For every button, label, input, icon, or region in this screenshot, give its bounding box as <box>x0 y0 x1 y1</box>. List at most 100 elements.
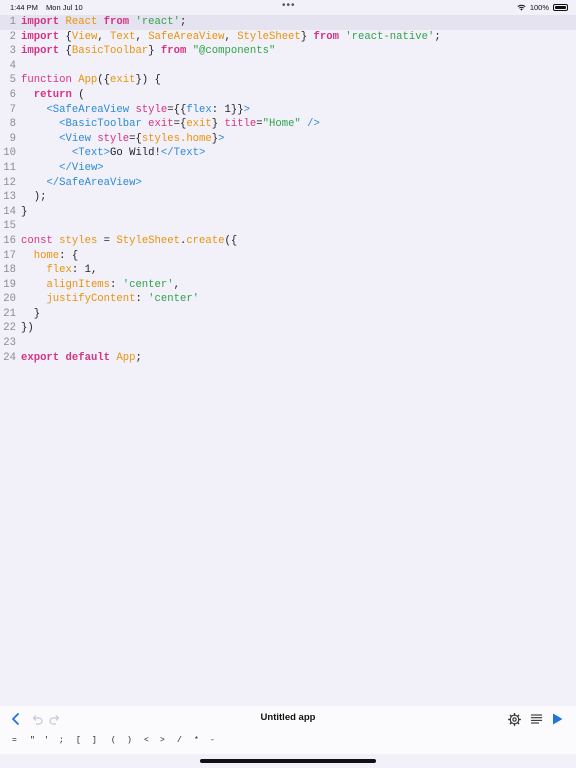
code-token: : <box>211 103 225 116</box>
code-token: }) <box>21 322 34 335</box>
code-token: ; <box>434 30 441 43</box>
code-line[interactable]: 17 home: { <box>0 249 576 264</box>
code-token: React <box>65 16 98 28</box>
code-token: 'react' <box>135 16 180 28</box>
code-line[interactable]: 11 </View> <box>0 161 576 176</box>
code-token: StyleSheet <box>237 30 301 43</box>
code-token: StyleSheet <box>116 234 180 247</box>
code-editor[interactable]: 1 import React from 'react'; 2 import {View… <box>0 15 576 365</box>
code-token: } <box>211 118 225 131</box>
code-line[interactable]: 6 return ( <box>0 88 576 103</box>
code-line[interactable]: 24 export default App; <box>0 351 576 366</box>
code-token: : <box>135 293 149 306</box>
code-line[interactable]: 22}) <box>0 321 576 336</box>
code-line[interactable]: 7 <SafeAreaView style={{flex: 1}}> <box>0 103 576 118</box>
symbol-key[interactable]: [ <box>76 736 81 745</box>
symbol-key[interactable]: = <box>12 736 17 745</box>
line-number: 2 <box>9 30 16 43</box>
symbol-key[interactable]: ) <box>127 736 132 745</box>
code-line[interactable]: 1 import React from 'react'; <box>0 15 576 30</box>
symbol-key[interactable]: / <box>177 736 182 745</box>
line-number: 3 <box>9 45 16 58</box>
code-token: justifyContent <box>46 293 136 306</box>
multitask-dots[interactable]: ••• <box>282 0 296 11</box>
code-token: , <box>173 278 180 291</box>
code-token: Go Wild! <box>110 147 161 160</box>
home-indicator[interactable] <box>200 759 376 763</box>
line-number: 13 <box>3 191 16 204</box>
code-line[interactable]: 20 justifyContent: 'center' <box>0 292 576 307</box>
code-line[interactable]: 16 const styles = StyleSheet.create({ <box>0 234 576 249</box>
code-token: style <box>135 103 168 116</box>
code-token: style <box>97 132 130 145</box>
symbol-key[interactable]: > <box>160 736 165 745</box>
code-line[interactable]: 5 function App({exit}) { <box>0 73 576 88</box>
code-token: }} <box>230 103 244 116</box>
code-token: , <box>135 30 149 43</box>
code-line[interactable]: 14} <box>0 205 576 220</box>
status-bar: 1:44 PM Mon Jul 10 ••• 100% <box>0 0 576 14</box>
line-number: 11 <box>3 161 16 174</box>
symbol-key[interactable]: ; <box>59 736 64 745</box>
code-token: <View <box>59 132 91 145</box>
code-token: , <box>97 30 111 43</box>
code-line[interactable]: 13 ); <box>0 190 576 205</box>
symbol-key[interactable]: < <box>144 736 149 745</box>
code-line[interactable]: 18 flex: 1, <box>0 263 576 278</box>
code-token: ={{ <box>167 103 187 116</box>
line-number: 16 <box>3 234 16 247</box>
code-line[interactable]: 4 <box>0 59 576 74</box>
code-token: exit <box>186 118 212 131</box>
code-token: "@components" <box>192 45 276 58</box>
symbol-key[interactable]: " <box>30 736 35 745</box>
line-number: 21 <box>3 307 16 320</box>
code-line[interactable]: 19 alignItems: 'center', <box>0 278 576 293</box>
line-number: 18 <box>3 264 16 277</box>
code-token: ); <box>21 191 47 204</box>
code-token: export <box>21 351 60 364</box>
list-icon[interactable] <box>529 712 543 726</box>
status-date: Mon Jul 10 <box>46 3 83 12</box>
code-line[interactable]: 23 <box>0 336 576 351</box>
code-token: import <box>21 45 60 58</box>
play-icon[interactable] <box>550 712 564 726</box>
code-token: default <box>65 351 111 364</box>
code-line[interactable]: 12 </SafeAreaView> <box>0 176 576 191</box>
symbol-key[interactable]: ( <box>111 736 116 745</box>
code-token: import <box>21 16 60 28</box>
code-line[interactable]: 8 <BasicToolbar exit={exit} title="Home"… <box>0 117 576 132</box>
code-token: = <box>97 234 117 247</box>
code-token: App <box>116 351 136 364</box>
code-token: </SafeAreaView> <box>46 176 142 189</box>
code-token: flex <box>46 264 72 277</box>
line-number: 23 <box>3 337 16 350</box>
code-line[interactable]: 21 } <box>0 307 576 322</box>
symbol-key[interactable]: - <box>210 736 215 745</box>
battery-icon <box>553 4 568 11</box>
symbol-key[interactable]: * <box>194 736 199 745</box>
app-title: Untitled app <box>260 712 316 723</box>
code-token: from <box>160 45 187 58</box>
line-number: 19 <box>3 278 16 291</box>
code-token: return <box>33 88 72 101</box>
code-token: import <box>21 30 60 43</box>
code-token: "Home" <box>262 118 301 131</box>
line-number: 15 <box>3 220 16 233</box>
code-line[interactable]: 3 import {BasicToolbar} from "@components… <box>0 44 576 59</box>
code-token: const <box>21 234 53 247</box>
line-number: 8 <box>9 118 16 131</box>
code-line[interactable]: 9 <View style={styles.home}> <box>0 132 576 147</box>
code-line[interactable]: 10 <Text>Go Wild!</Text> <box>0 146 576 161</box>
symbol-key[interactable]: ] <box>92 736 97 745</box>
code-line[interactable]: 2 import {View, Text, SafeAreaView, Style… <box>0 30 576 45</box>
gear-icon[interactable] <box>507 712 521 726</box>
code-token: > <box>243 103 250 116</box>
code-line[interactable]: 15 <box>0 219 576 234</box>
symbol-key[interactable]: ' <box>44 736 49 745</box>
line-number: 1 <box>9 16 16 28</box>
